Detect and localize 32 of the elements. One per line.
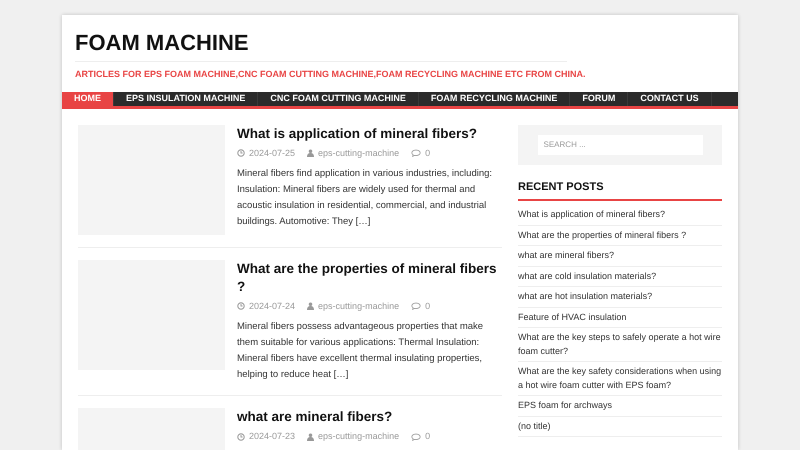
nav-tab[interactable]: HOME [62, 92, 114, 106]
clock-icon [237, 432, 245, 441]
post-excerpt: Mineral fibers find application in various industries, including: Insulation: Mineral fibers are widely used for thermal and acoustic insulation in residential, commercial, and industrial buildings. Automotive: They […] [237, 167, 494, 229]
post-date: 2024-07-25 [249, 146, 296, 160]
post-excerpt: Mineral fibers possess advantageous properties that make them suitable for various applications: Thermal Insulation: Mineral fibers have excellent thermal insulating properties, helping to reduce heat […] [237, 320, 484, 382]
user-icon [307, 432, 314, 441]
clock-icon [237, 149, 245, 158]
comment-icon [411, 149, 422, 158]
post-title[interactable]: what are mineral fibers? [237, 408, 502, 426]
clock-icon [237, 302, 245, 310]
recent-post-link[interactable]: EPS foam for archways [518, 396, 722, 416]
search-field[interactable]: SEARCH ... [538, 134, 702, 154]
recent-post-link[interactable]: What are the key steps to safely operate a hot wire foam cutter? [518, 328, 722, 362]
recent-post-link[interactable]: What is application of mineral fibers? [518, 205, 722, 226]
user-icon [307, 149, 314, 158]
comment-icon [411, 432, 422, 441]
site-title[interactable]: FOAM MACHINE [75, 29, 567, 62]
post-date: 2024-07-23 [249, 430, 296, 443]
post-title[interactable]: What is application of mineral fibers? [237, 124, 502, 142]
user-icon [307, 302, 314, 310]
post-date: 2024-07-24 [249, 300, 296, 312]
recent-post-link[interactable]: (no title) [518, 416, 722, 437]
recent-post-link[interactable]: Feature of HVAC insulation [518, 308, 722, 328]
post-title[interactable]: What are the properties of mineral fibers ? [237, 260, 502, 296]
section-heading: RECENT POSTS [518, 178, 722, 201]
recent-post-link[interactable]: What are the key safety considerations when using a hot wire foam cutter with EPS foam? [518, 362, 722, 396]
recent-post-link[interactable]: What are the properties of mineral fibers ? [518, 226, 722, 246]
comment-icon [411, 302, 422, 310]
recent-post-link[interactable]: what are hot insulation materials? [518, 287, 722, 308]
site-tagline: ARTICLES FOR EPS FOAM MACHINE,CNC FOAM CUTTING MACHINE,FOAM RECYCLING MACHINE ETC FROM CHINA. [75, 68, 586, 81]
recent-post-link[interactable]: what are mineral fibers? [518, 246, 722, 266]
recent-post-link[interactable]: what are cold insulation materials? [518, 266, 722, 287]
